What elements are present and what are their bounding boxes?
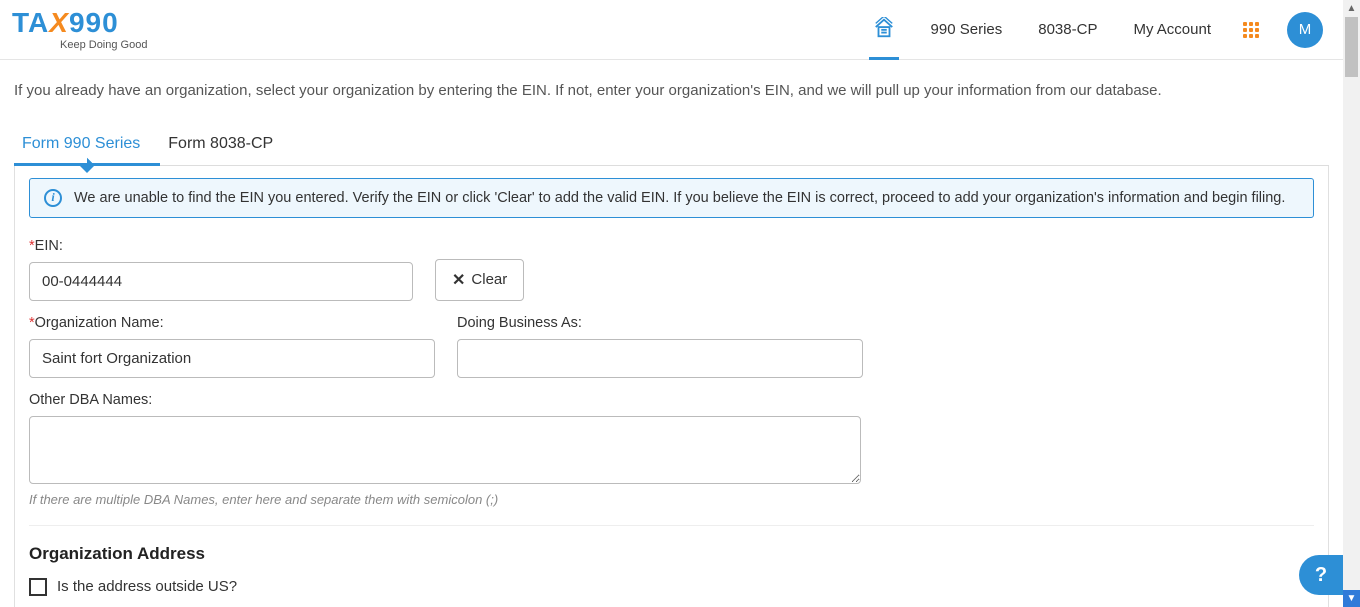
other-dba-hint: If there are multiple DBA Names, enter h…	[29, 492, 1314, 507]
clear-label: Clear	[471, 271, 507, 288]
logo[interactable]: TAX990 Keep Doing Good	[12, 9, 147, 51]
other-dba-textarea[interactable]	[29, 416, 861, 484]
tabs: Form 990 Series Form 8038-CP	[14, 125, 1329, 166]
avatar[interactable]: M	[1287, 12, 1323, 48]
ein-label: *EIN:	[29, 238, 413, 254]
alert-message: We are unable to find the EIN you entere…	[74, 190, 1285, 206]
apps-icon[interactable]	[1243, 22, 1259, 38]
dba-input[interactable]	[457, 339, 863, 378]
logo-tagline: Keep Doing Good	[60, 39, 147, 51]
intro-text: If you already have an organization, sel…	[14, 80, 1329, 103]
nav-home[interactable]	[869, 0, 899, 60]
dba-label: Doing Business As:	[457, 315, 863, 331]
outside-us-label[interactable]: Is the address outside US?	[57, 578, 237, 595]
org-name-label: *Organization Name:	[29, 315, 435, 331]
help-button[interactable]: ?	[1299, 555, 1343, 595]
outside-us-checkbox[interactable]	[29, 578, 47, 596]
header: TAX990 Keep Doing Good 990 Series 8038-C…	[0, 0, 1343, 60]
scroll-up-icon[interactable]: ▲	[1343, 0, 1360, 17]
org-name-input[interactable]	[29, 339, 435, 378]
home-icon	[873, 17, 895, 39]
form-panel: i We are unable to find the EIN you ente…	[14, 166, 1329, 607]
scroll-down-icon[interactable]: ▼	[1343, 590, 1360, 607]
divider	[29, 525, 1314, 526]
top-nav: 990 Series 8038-CP My Account M	[869, 0, 1323, 60]
tab-form-8038-cp[interactable]: Form 8038-CP	[160, 125, 293, 165]
org-address-title: Organization Address	[29, 544, 1314, 564]
info-icon: i	[44, 189, 62, 207]
close-icon: ✕	[452, 270, 465, 290]
nav-my-account[interactable]: My Account	[1129, 3, 1215, 56]
clear-button[interactable]: ✕ Clear	[435, 259, 524, 301]
alert-ein-not-found: i We are unable to find the EIN you ente…	[29, 178, 1314, 218]
other-dba-label: Other DBA Names:	[29, 392, 1314, 408]
logo-text: TAX990	[12, 9, 119, 37]
scrollbar[interactable]: ▲ ▼	[1343, 0, 1360, 607]
tab-form-990-series[interactable]: Form 990 Series	[14, 125, 160, 165]
tab-label: Form 990 Series	[22, 135, 140, 152]
ein-input[interactable]	[29, 262, 413, 301]
scrollbar-thumb[interactable]	[1345, 17, 1358, 77]
nav-8038-cp[interactable]: 8038-CP	[1034, 3, 1101, 56]
nav-990-series[interactable]: 990 Series	[927, 3, 1007, 56]
